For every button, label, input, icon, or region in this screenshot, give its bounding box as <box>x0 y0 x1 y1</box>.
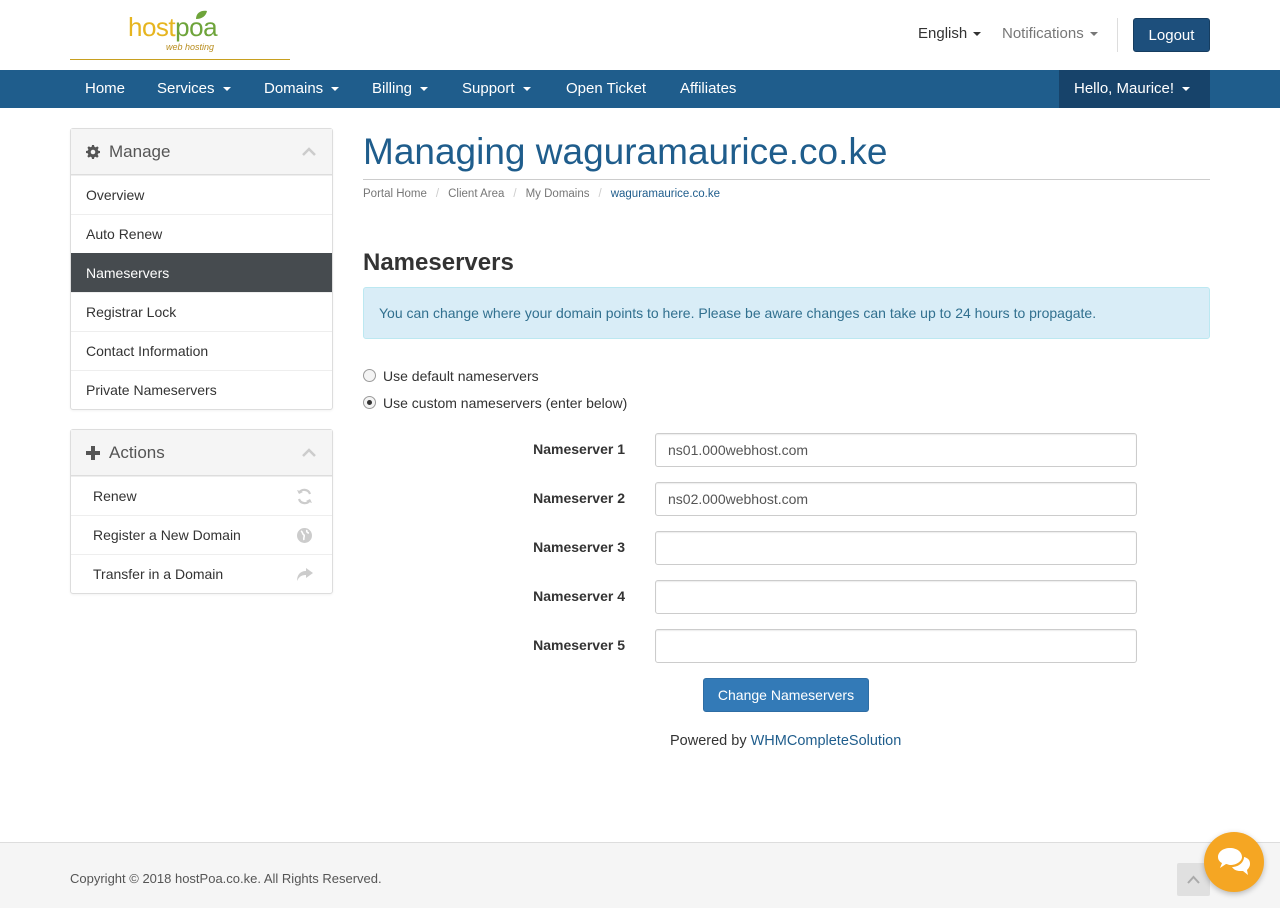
gear-icon <box>86 145 100 159</box>
sidebar-item-private-nameservers[interactable]: Private Nameservers <box>71 370 332 409</box>
nameserver-3-input[interactable] <box>655 531 1137 565</box>
radio-button[interactable] <box>363 369 376 382</box>
breadcrumb-my-domains[interactable]: My Domains <box>526 188 590 200</box>
nameserver-2-label: Nameserver 2 <box>533 490 625 506</box>
actions-panel: Actions Renew Register a New Domain Tran… <box>70 429 333 594</box>
breadcrumb-separator: / <box>598 188 602 200</box>
page-title: Managing waguramaurice.co.ke <box>363 131 888 172</box>
nav-support[interactable]: Support <box>462 70 531 108</box>
manage-panel-title: Manage <box>109 142 171 161</box>
nameserver-4-label: Nameserver 4 <box>533 588 625 604</box>
actions-panel-title: Actions <box>109 443 165 462</box>
nav-home[interactable]: Home <box>85 70 125 108</box>
user-account-dropdown[interactable]: Hello, Maurice! <box>1059 70 1210 108</box>
chevron-up-icon[interactable] <box>302 448 316 457</box>
nav-services[interactable]: Services <box>157 70 231 108</box>
caret-down-icon <box>1089 32 1098 37</box>
breadcrumb: Portal Home / Client Area / My Domains / wagur… <box>363 188 720 200</box>
plus-icon <box>86 446 100 460</box>
change-nameservers-button[interactable]: Change Nameservers <box>703 678 869 712</box>
chevron-up-icon <box>1187 875 1200 884</box>
share-icon <box>297 568 313 581</box>
live-chat-button[interactable] <box>1204 832 1264 892</box>
nav-open-ticket[interactable]: Open Ticket <box>566 70 646 108</box>
site-footer: Copyright © 2018 hostPoa.co.ke. All Righ… <box>0 842 1280 908</box>
nameserver-2-input[interactable] <box>655 482 1137 516</box>
nav-domains[interactable]: Domains <box>264 70 340 108</box>
caret-down-icon <box>1182 87 1191 92</box>
logout-button[interactable]: Logout <box>1133 18 1210 52</box>
sidebar-item-auto-renew[interactable]: Auto Renew <box>71 214 332 253</box>
nameserver-5-input[interactable] <box>655 629 1137 663</box>
nameserver-3-label: Nameserver 3 <box>533 539 625 555</box>
sidebar-item-overview[interactable]: Overview <box>71 175 332 214</box>
manage-panel-header[interactable]: Manage <box>71 129 332 175</box>
sidebar-item-nameservers[interactable]: Nameservers <box>71 253 332 292</box>
globe-icon <box>297 528 312 543</box>
section-title: Nameservers <box>363 249 514 276</box>
action-register-domain[interactable]: Register a New Domain <box>71 515 332 554</box>
site-header: hostpoa web hosting English Notification… <box>0 0 1280 70</box>
radio-label: Use custom nameservers (enter below) <box>383 395 628 411</box>
action-transfer-domain[interactable]: Transfer in a Domain <box>71 554 332 593</box>
powered-by: Powered by WHMCompleteSolution <box>670 733 902 749</box>
nameserver-1-input[interactable] <box>655 433 1137 467</box>
radio-button-checked[interactable] <box>363 396 376 409</box>
notifications-dropdown[interactable]: Notifications <box>1002 25 1098 42</box>
caret-down-icon <box>522 87 531 92</box>
action-renew[interactable]: Renew <box>71 476 332 515</box>
caret-down-icon <box>331 87 340 92</box>
logo-tagline: web hosting <box>166 42 215 52</box>
nav-affiliates[interactable]: Affiliates <box>680 70 736 108</box>
language-dropdown[interactable]: English <box>918 25 982 42</box>
hostpoa-logo[interactable]: hostpoa web hosting <box>70 8 290 60</box>
chevron-up-icon[interactable] <box>302 147 316 156</box>
breadcrumb-separator: / <box>513 188 517 200</box>
nameserver-4-input[interactable] <box>655 580 1137 614</box>
sidebar-item-registrar-lock[interactable]: Registrar Lock <box>71 292 332 331</box>
main-navbar: Home Services Domains Billing Support Op… <box>0 70 1280 108</box>
caret-down-icon <box>222 87 231 92</box>
nameserver-5-label: Nameserver 5 <box>533 637 625 653</box>
info-alert: You can change where your domain points … <box>363 287 1210 339</box>
breadcrumb-client-area[interactable]: Client Area <box>448 188 504 200</box>
sidebar-item-contact-information[interactable]: Contact Information <box>71 331 332 370</box>
breadcrumb-portal-home[interactable]: Portal Home <box>363 188 427 200</box>
refresh-icon <box>297 488 312 505</box>
title-divider <box>363 179 1210 180</box>
leaf-icon <box>196 10 207 19</box>
copyright-text: Copyright © 2018 hostPoa.co.ke. All Righ… <box>70 871 382 886</box>
nav-billing[interactable]: Billing <box>372 70 429 108</box>
nameserver-1-label: Nameserver 1 <box>533 441 625 457</box>
whmcs-link[interactable]: WHMCompleteSolution <box>751 733 902 749</box>
header-divider <box>1117 18 1118 52</box>
caret-down-icon <box>973 32 982 37</box>
manage-panel: Manage Overview Auto Renew Nameservers R… <box>70 128 333 410</box>
breadcrumb-current-domain: waguramaurice.co.ke <box>610 188 721 200</box>
radio-label: Use default nameservers <box>383 368 539 384</box>
caret-down-icon <box>420 87 429 92</box>
breadcrumb-separator: / <box>435 188 440 200</box>
actions-panel-header[interactable]: Actions <box>71 430 332 476</box>
chat-icon <box>1218 848 1250 875</box>
